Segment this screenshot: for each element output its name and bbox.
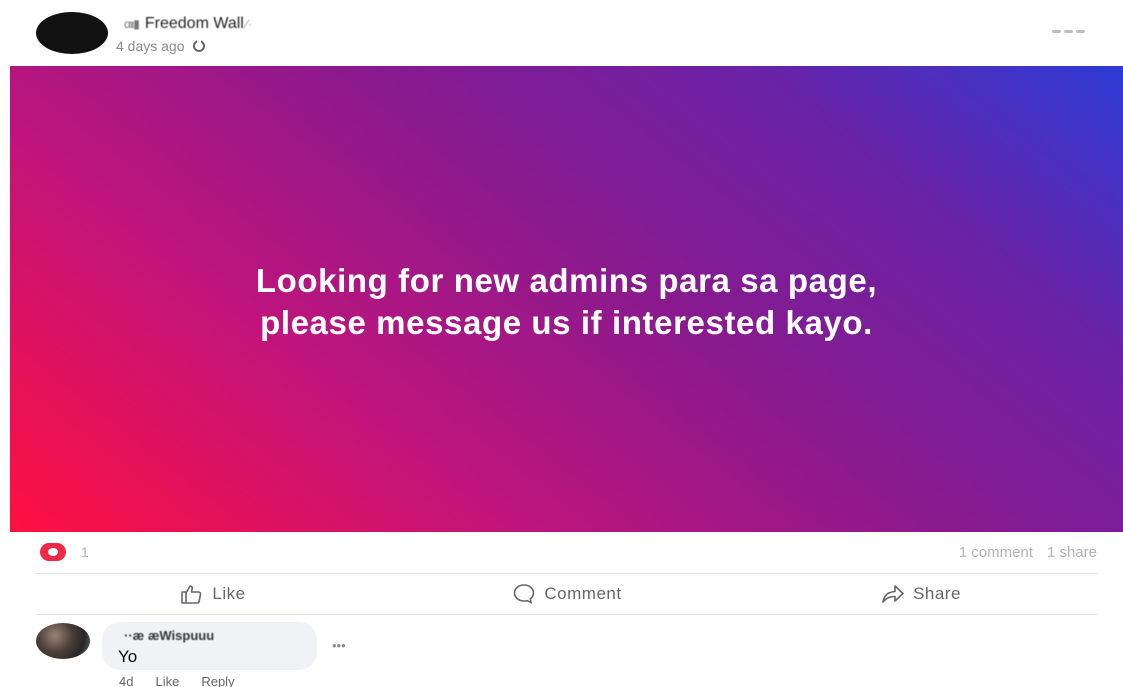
commenter-avatar[interactable] — [36, 623, 90, 659]
post-header: αιι▮ Freedom Wall ∕· 4 days ago — [0, 0, 1123, 66]
comment-text: Yo — [118, 647, 138, 666]
post-meta: 4 days ago — [116, 38, 205, 54]
action-bar: Like Comment Share — [36, 575, 1098, 613]
divider — [36, 573, 1098, 574]
engagement-counts: 1 comment 1 share — [959, 544, 1097, 561]
more-horizontal-icon[interactable] — [1050, 28, 1086, 34]
comment-time[interactable]: 4d — [119, 674, 133, 687]
share-button[interactable]: Share — [744, 575, 1098, 613]
like-button[interactable]: Like — [36, 575, 390, 613]
comment-label: Comment — [544, 584, 622, 603]
comment-like-button[interactable]: Like — [155, 674, 179, 687]
share-count[interactable]: 1 share — [1047, 544, 1097, 561]
share-label: Share — [913, 584, 961, 603]
comment-reply-button[interactable]: Reply — [201, 674, 234, 687]
heart-icon[interactable] — [40, 543, 66, 561]
post-background: Looking for new admins para sa page, ple… — [10, 66, 1123, 532]
comment-bubble: ··æ æWispuuu Yo — [102, 622, 317, 670]
comment-item: ··æ æWispuuu Yo ••• 4d Like Reply — [36, 620, 1098, 687]
page-name-prefix: αιι▮ — [124, 17, 140, 31]
page-avatar[interactable] — [36, 12, 108, 54]
divider — [36, 614, 1098, 615]
share-arrow-icon — [882, 585, 904, 603]
comment-actions: 4d Like Reply — [119, 674, 235, 687]
page-name-text[interactable]: Freedom Wall — [145, 15, 244, 32]
globe-icon — [192, 39, 205, 52]
comment-options-icon[interactable]: ••• — [332, 638, 346, 653]
menu-dot — [1063, 29, 1073, 33]
page-name[interactable]: αιι▮ Freedom Wall ∕· — [124, 15, 252, 33]
commenter-name[interactable]: ··æ æWispuuu — [124, 628, 214, 643]
menu-dot — [1075, 29, 1085, 33]
post-text-line-1: Looking for new admins para sa page, — [255, 262, 878, 299]
post-stats: 1 1 comment 1 share — [0, 532, 1123, 572]
post-text: Looking for new admins para sa page, ple… — [10, 260, 1123, 344]
speech-bubble-icon — [514, 584, 535, 604]
thumbs-up-icon — [181, 585, 202, 604]
comment-count[interactable]: 1 comment — [959, 544, 1033, 561]
menu-dot — [1051, 29, 1061, 33]
post-time[interactable]: 4 days ago — [116, 38, 185, 54]
reaction-count[interactable]: 1 — [81, 544, 89, 560]
post-text-line-2: please message us if interested kayo. — [260, 304, 873, 341]
page-name-suffix: ∕· — [245, 17, 252, 31]
like-label: Like — [212, 584, 246, 603]
comment-button[interactable]: Comment — [390, 575, 744, 613]
